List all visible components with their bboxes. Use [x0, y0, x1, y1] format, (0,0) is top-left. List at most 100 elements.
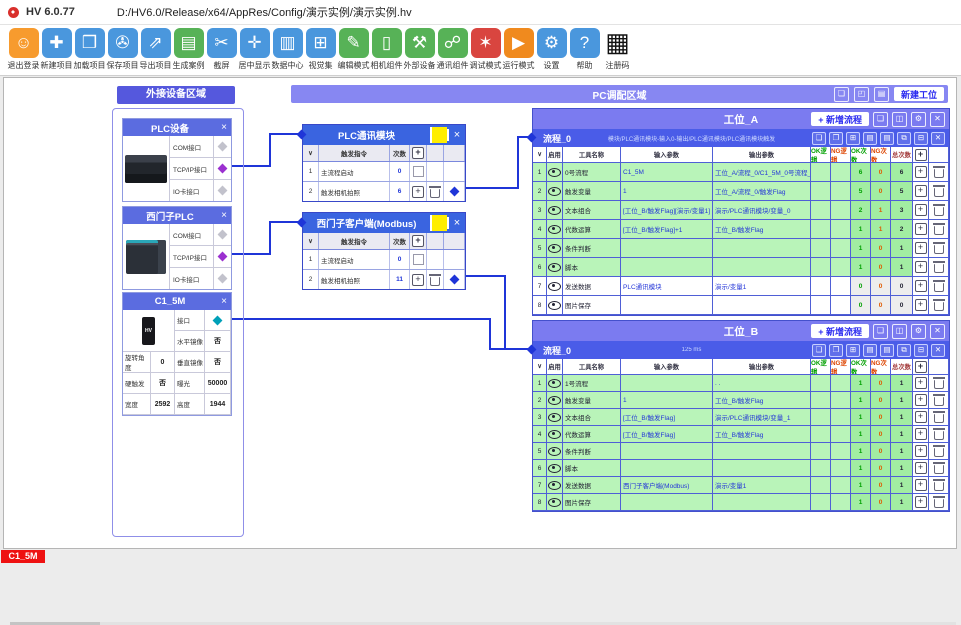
pc-area-icon[interactable]: ◰: [854, 87, 869, 102]
flow-paste-icon[interactable]: ⊟: [914, 132, 928, 145]
tool-row[interactable]: 11号流程. .101+: [533, 375, 949, 392]
tool-row[interactable]: 10号流程C1_5M工位_A/流程_0/C1_5M_0号流程_606+: [533, 163, 949, 182]
panel-settings-icon[interactable]: ⚙: [911, 112, 926, 127]
trash-icon[interactable]: [934, 397, 944, 406]
color-indicator[interactable]: [430, 127, 447, 143]
eye-icon[interactable]: [548, 498, 561, 507]
flow-icon-1[interactable]: ❏: [812, 132, 826, 145]
flow-close-icon[interactable]: ✕: [931, 344, 945, 357]
trash-icon[interactable]: [934, 264, 944, 273]
trash-icon[interactable]: [934, 414, 944, 423]
toolbar-button[interactable]: ▤生成案例: [172, 28, 205, 71]
add-icon[interactable]: +: [915, 280, 927, 292]
flow-icon-3[interactable]: ⊞: [846, 132, 860, 145]
toolbar-button[interactable]: ▦注册码: [601, 28, 634, 71]
panel-close-icon[interactable]: ✕: [930, 324, 945, 339]
toolbar-button[interactable]: ☍通讯组件: [436, 28, 469, 71]
flow-icon-2[interactable]: ❐: [829, 132, 843, 145]
trash-icon[interactable]: [934, 482, 944, 491]
tool-row[interactable]: 7发送数据PLC通讯模块演示/变量1000+: [533, 277, 949, 296]
eye-icon[interactable]: [548, 430, 561, 439]
flow-icon-5[interactable]: ▤: [880, 344, 894, 357]
add-icon[interactable]: +: [915, 261, 927, 273]
eye-icon[interactable]: [548, 244, 561, 253]
trash-icon[interactable]: [430, 277, 440, 286]
toolbar-button[interactable]: ✶调试模式: [469, 28, 502, 71]
add-column-header[interactable]: +: [913, 147, 929, 162]
add-column-header[interactable]: +: [410, 145, 427, 161]
add-icon[interactable]: +: [915, 479, 927, 491]
trash-icon[interactable]: [934, 207, 944, 216]
toolbar-button[interactable]: ✇保存项目: [106, 28, 139, 71]
port-connector-diamond[interactable]: [218, 230, 228, 240]
trash-icon[interactable]: [934, 245, 944, 254]
add-icon[interactable]: +: [412, 186, 424, 198]
port-connector-diamond[interactable]: [218, 164, 228, 174]
toolbar-button[interactable]: ❒加载项目: [73, 28, 106, 71]
close-icon[interactable]: ×: [217, 296, 231, 307]
add-icon[interactable]: +: [915, 149, 927, 161]
add-icon[interactable]: +: [915, 242, 927, 254]
add-icon[interactable]: +: [915, 361, 927, 373]
toolbar-button[interactable]: ▯相机组件: [370, 28, 403, 71]
trash-icon[interactable]: [934, 380, 944, 389]
panel-save-icon[interactable]: ◫: [892, 112, 907, 127]
add-icon[interactable]: +: [915, 496, 927, 508]
panel-maximize-icon[interactable]: ❏: [873, 324, 888, 339]
checkbox[interactable]: [413, 254, 424, 265]
add-column-header[interactable]: +: [913, 359, 929, 374]
eye-icon[interactable]: [548, 301, 561, 310]
eye-icon[interactable]: [548, 413, 561, 422]
add-icon[interactable]: +: [915, 185, 927, 197]
new-flow-button[interactable]: + 新增流程: [811, 112, 869, 126]
close-icon[interactable]: ×: [217, 210, 231, 221]
eye-icon[interactable]: [548, 206, 561, 215]
eye-icon[interactable]: [548, 263, 561, 272]
add-icon[interactable]: +: [915, 223, 927, 235]
tool-row[interactable]: 4代数运算[工位_B/触发Flag]+1工位_B/触发Flag112+: [533, 220, 949, 239]
trash-icon[interactable]: [934, 448, 944, 457]
close-icon[interactable]: ×: [447, 129, 465, 141]
panel-maximize-icon[interactable]: ❏: [873, 112, 888, 127]
port-connector-diamond[interactable]: [218, 252, 228, 262]
tool-row[interactable]: 7发送数据西门子客户端(Modbus)演示/变量1101+: [533, 477, 949, 494]
tool-row[interactable]: 8图片保存000+: [533, 296, 949, 315]
port-connector-diamond[interactable]: [213, 315, 223, 325]
close-icon[interactable]: ×: [217, 122, 231, 133]
flow-connector-diamond[interactable]: [527, 133, 537, 143]
flow-icon-1[interactable]: ❏: [812, 344, 826, 357]
eye-icon[interactable]: [548, 396, 561, 405]
add-icon[interactable]: +: [915, 428, 927, 440]
flow-copy-icon[interactable]: ⧉: [897, 132, 911, 145]
tool-row[interactable]: 5条件判断101+: [533, 443, 949, 460]
toolbar-button[interactable]: ▶运行模式: [502, 28, 535, 71]
eye-icon[interactable]: [548, 168, 561, 177]
trash-icon[interactable]: [934, 465, 944, 474]
add-icon[interactable]: +: [412, 274, 424, 286]
close-icon[interactable]: ×: [447, 217, 465, 229]
panel-save-icon[interactable]: ◫: [892, 324, 907, 339]
tool-row[interactable]: 2触发变量1工位_A/流程_0/触发Flag505+: [533, 182, 949, 201]
panel-settings-icon[interactable]: ⚙: [911, 324, 926, 339]
tool-row[interactable]: 8图片保存101+: [533, 494, 949, 511]
flow-paste-icon[interactable]: ⊟: [914, 344, 928, 357]
port-connector-diamond[interactable]: [218, 274, 228, 284]
tool-row[interactable]: 3文本组合[工位_B/触发Flag]演示/PLC通讯模块/变量_1101+: [533, 409, 949, 426]
toolbar-button[interactable]: ▥数据中心: [271, 28, 304, 71]
toolbar-button[interactable]: ☺退出登录: [7, 28, 40, 71]
color-indicator[interactable]: [430, 215, 447, 231]
eye-icon[interactable]: [548, 481, 561, 490]
tool-row[interactable]: 4代数运算[工位_B/触发Flag]工位_B/触发Flag101+: [533, 426, 949, 443]
toolbar-button[interactable]: ⚒外部设备: [403, 28, 436, 71]
eye-icon[interactable]: [548, 187, 561, 196]
tool-row[interactable]: 5条件判断101+: [533, 239, 949, 258]
add-icon[interactable]: +: [915, 204, 927, 216]
toolbar-button[interactable]: ⊞视觉集: [304, 28, 337, 71]
flow-icon-4[interactable]: ▤: [863, 132, 877, 145]
flow-icon-4[interactable]: ▤: [863, 344, 877, 357]
toolbar-button[interactable]: ✂截屏: [205, 28, 238, 71]
command-connector-diamond[interactable]: [449, 275, 459, 285]
tool-row[interactable]: 6脚本101+: [533, 460, 949, 477]
trash-icon[interactable]: [934, 499, 944, 508]
port-connector-diamond[interactable]: [218, 142, 228, 152]
